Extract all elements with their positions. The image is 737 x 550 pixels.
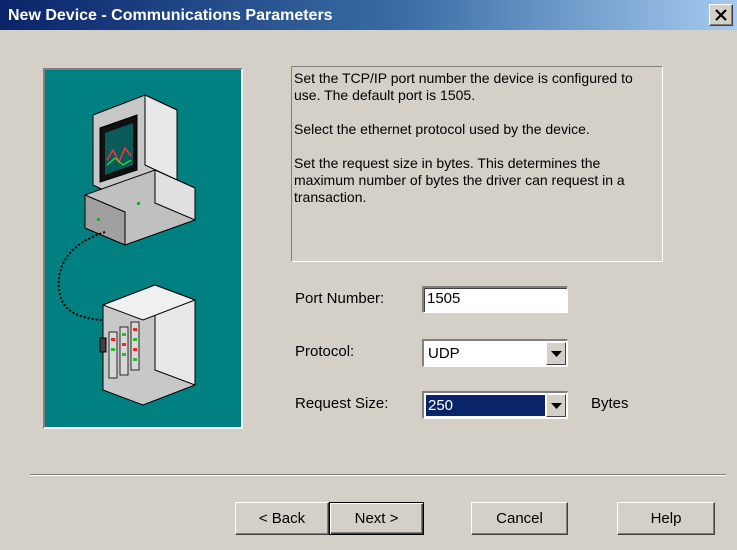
cancel-button[interactable]: Cancel bbox=[471, 502, 568, 535]
title-bar[interactable]: New Device - Communications Parameters bbox=[0, 0, 737, 30]
request-size-unit-label: Bytes bbox=[591, 395, 629, 412]
request-size-label: Request Size: bbox=[295, 395, 389, 412]
chevron-down-icon bbox=[551, 351, 562, 357]
window-title: New Device - Communications Parameters bbox=[8, 7, 333, 24]
help-button[interactable]: Help bbox=[617, 502, 715, 535]
close-icon bbox=[715, 9, 727, 21]
protocol-label: Protocol: bbox=[295, 343, 355, 360]
chevron-down-icon bbox=[551, 403, 562, 409]
wizard-illustration bbox=[43, 68, 243, 429]
port-number-input[interactable]: 1505 bbox=[422, 286, 568, 313]
request-size-selected-value: 250 bbox=[426, 395, 545, 416]
request-size-dropdown-button[interactable] bbox=[546, 394, 566, 417]
protocol-instruction-text: Select the ethernet protocol used by the… bbox=[294, 121, 590, 137]
port-instruction-text: Set the TCP/IP port number the device is… bbox=[294, 70, 633, 103]
request-size-instruction-text: Set the request size in bytes. This dete… bbox=[294, 155, 625, 205]
back-button[interactable]: < Back bbox=[235, 502, 329, 535]
button-separator bbox=[30, 474, 726, 476]
protocol-select[interactable]: UDP bbox=[422, 339, 568, 367]
port-number-label: Port Number: bbox=[295, 290, 385, 307]
computer-connected-to-device-icon bbox=[45, 70, 241, 427]
protocol-selected-value: UDP bbox=[428, 345, 460, 362]
request-size-select[interactable]: 250 bbox=[422, 391, 568, 419]
next-button[interactable]: Next > bbox=[329, 502, 424, 535]
instructions-panel: Set the TCP/IP port number the device is… bbox=[291, 66, 663, 262]
close-button[interactable] bbox=[709, 4, 733, 26]
dialog-window: New Device - Communications Parameters S… bbox=[0, 0, 737, 550]
protocol-dropdown-button[interactable] bbox=[546, 342, 566, 365]
